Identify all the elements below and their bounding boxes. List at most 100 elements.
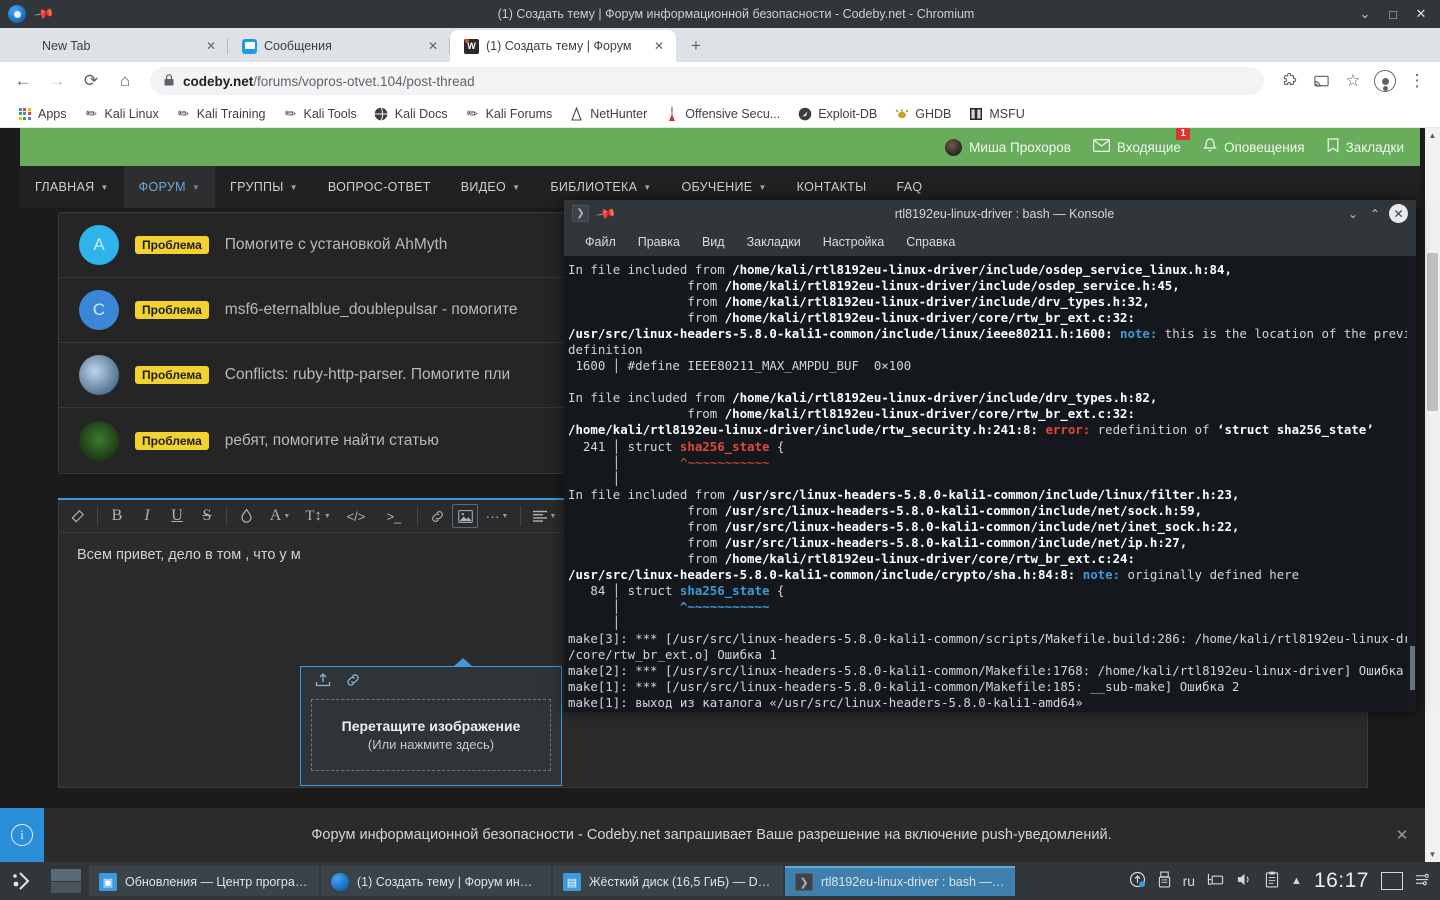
usb-icon[interactable] xyxy=(1158,871,1171,891)
network-icon[interactable] xyxy=(1207,872,1224,891)
insert-image-icon[interactable] xyxy=(452,504,478,528)
show-desktop-icon[interactable] xyxy=(1381,872,1403,890)
terminal-line: from /home/kali/rtl8192eu-linux-driver/c… xyxy=(566,551,1416,567)
terminal-icon[interactable]: >_ xyxy=(375,502,413,530)
bookmark-kali-training[interactable]: ✎ Kali Training xyxy=(169,103,273,124)
font-family-icon[interactable]: A▼ xyxy=(261,502,299,530)
taskbar-item-konsole[interactable]: ❯ rtl8192eu-linux-driver : bash — Ko... xyxy=(785,866,1015,896)
window-maximize-button[interactable]: □ xyxy=(1380,1,1406,27)
konsole-close-button[interactable]: ✕ xyxy=(1389,204,1408,223)
text-color-icon[interactable] xyxy=(231,502,261,530)
bookmarks-bar: Apps ✎ Kali Linux ✎ Kali Training ✎ Kali… xyxy=(0,100,1440,128)
font-size-icon[interactable]: T↕▼ xyxy=(299,502,337,530)
clock[interactable]: 16:17 xyxy=(1314,869,1369,893)
thread-title[interactable]: msf6-eternalblue_doublepulsar - помогите xyxy=(225,301,518,319)
scroll-up-arrow[interactable]: ▲ xyxy=(1425,128,1440,143)
link-icon[interactable] xyxy=(422,502,452,530)
menu-help[interactable]: Справка xyxy=(895,232,966,252)
more-options-icon[interactable]: ···▼ xyxy=(478,502,516,530)
bookmark-apps[interactable]: Apps xyxy=(10,103,74,124)
bookmark-nethunter[interactable]: NetHunter xyxy=(562,103,654,124)
thread-title[interactable]: Помогите с установкой AhMyth xyxy=(225,236,448,254)
bookmark-offensive-security[interactable]: Offensive Secu... xyxy=(657,103,787,124)
bookmark-msfu[interactable]: MSFU xyxy=(961,103,1031,124)
bookmark-kali-docs[interactable]: Kali Docs xyxy=(367,103,455,124)
italic-icon[interactable]: I xyxy=(132,502,162,530)
menu-view[interactable]: Вид xyxy=(691,232,736,252)
bookmark-kali-tools[interactable]: ✎ Kali Tools xyxy=(276,103,364,124)
menu-edit[interactable]: Правка xyxy=(627,232,691,252)
code-icon[interactable]: </> xyxy=(337,502,375,530)
browser-tab-messages[interactable]: Сообщения ✕ xyxy=(228,30,450,62)
thread-title[interactable]: ребят, помогите найти статью xyxy=(225,432,439,450)
nav-item-groups[interactable]: ГРУППЫ ▼ xyxy=(215,166,313,208)
menu-settings[interactable]: Настройка xyxy=(812,232,896,252)
taskbar-item-software-center[interactable]: ▣ Обновления — Центр программ ... xyxy=(89,866,319,896)
updates-icon[interactable] xyxy=(1129,871,1146,891)
kali-menu-icon[interactable] xyxy=(0,862,44,900)
bookmark-kali-forums[interactable]: ✎ Kali Forums xyxy=(458,103,560,124)
scrollbar-thumb[interactable] xyxy=(1427,253,1438,411)
menu-bookmarks[interactable]: Закладки xyxy=(736,232,812,252)
bookmark-ghdb[interactable]: GHDB xyxy=(887,103,958,124)
window-minimize-button[interactable]: ⌄ xyxy=(1352,1,1378,27)
browser-menu-icon[interactable]: ⋮ xyxy=(1402,66,1432,96)
konsole-menubar: Файл Правка Вид Закладки Настройка Справ… xyxy=(564,227,1416,256)
profile-avatar-icon[interactable] xyxy=(1370,66,1400,96)
cast-icon[interactable] xyxy=(1306,66,1336,96)
nav-item-home[interactable]: ГЛАВНАЯ ▼ xyxy=(20,166,124,208)
scroll-down-arrow[interactable]: ▼ xyxy=(1425,847,1440,862)
nav-item-forum[interactable]: ФОРУМ ▼ xyxy=(124,166,215,208)
konsole-icon: ❯ xyxy=(795,873,813,891)
konsole-icon: ❯ xyxy=(572,205,589,222)
puzzle-icon[interactable] xyxy=(1274,66,1304,96)
konsole-minimize-button[interactable]: ⌄ xyxy=(1345,207,1361,221)
new-tab-button[interactable]: + xyxy=(682,32,710,60)
align-icon[interactable]: ▼ xyxy=(525,502,563,530)
eraser-icon[interactable] xyxy=(63,502,93,530)
notification-close-button[interactable]: ✕ xyxy=(1379,826,1425,844)
pin-icon[interactable]: 📌 xyxy=(33,3,55,25)
terminal-output[interactable]: In file included from /home/kali/rtl8192… xyxy=(564,256,1416,712)
terminal-scrollbar[interactable] xyxy=(1407,256,1416,712)
bookmark-kali-linux[interactable]: ✎ Kali Linux xyxy=(77,103,166,124)
userbar-item-inbox[interactable]: Входящие 1 xyxy=(1093,139,1181,155)
settings-sliders-icon[interactable] xyxy=(1415,872,1430,890)
window-close-button[interactable]: ✕ xyxy=(1408,1,1434,27)
tab-close-button[interactable]: ✕ xyxy=(202,37,220,55)
userbar-item-bookmarks[interactable]: Закладки xyxy=(1327,138,1404,156)
browser-tab-new-tab[interactable]: New Tab ✕ xyxy=(6,30,228,62)
upload-icon[interactable] xyxy=(314,671,332,693)
bold-icon[interactable]: B xyxy=(102,502,132,530)
menu-file[interactable]: Файл xyxy=(574,232,627,252)
taskbar-item-dolphin[interactable]: ▤ Жёсткий диск (16,5 ГиБ) — Dolphin xyxy=(553,866,783,896)
tab-close-button[interactable]: ✕ xyxy=(424,37,442,55)
taskbar-item-chromium[interactable]: (1) Создать тему | Форум инфор... xyxy=(321,866,551,896)
back-button[interactable]: ← xyxy=(8,66,38,96)
nav-item-video[interactable]: ВИДЕО ▼ xyxy=(446,166,536,208)
browser-tab-create-thread[interactable]: W (1) Создать тему | Форум ✕ xyxy=(450,30,676,62)
reload-button[interactable]: ⟳ xyxy=(76,66,106,96)
konsole-maximize-button[interactable]: ⌃ xyxy=(1367,207,1383,221)
volume-icon[interactable] xyxy=(1236,872,1253,890)
tab-close-button[interactable]: ✕ xyxy=(650,37,668,55)
image-dropzone[interactable]: Перетащите изображение (Или нажмите здес… xyxy=(311,699,551,771)
forward-button[interactable]: → xyxy=(42,66,72,96)
userbar-item-alerts[interactable]: Оповещения xyxy=(1203,138,1305,156)
strikethrough-icon[interactable]: S xyxy=(192,502,222,530)
home-button[interactable]: ⌂ xyxy=(110,66,140,96)
bookmark-exploit-db[interactable]: Exploit-DB xyxy=(790,103,884,124)
nav-item-qa[interactable]: ВОПРОС-ОТВЕТ xyxy=(313,166,446,208)
page-scrollbar[interactable]: ▲ ▼ xyxy=(1425,128,1440,862)
pin-icon[interactable]: 📌 xyxy=(595,202,617,224)
link-icon[interactable] xyxy=(344,671,362,693)
keyboard-layout-icon[interactable]: ru xyxy=(1183,873,1195,889)
thread-title[interactable]: Conflicts: ruby-http-parser. Помогите пл… xyxy=(225,366,510,384)
userbar-item-profile[interactable]: Миша Прохоров xyxy=(945,139,1071,156)
pager-icon[interactable] xyxy=(44,862,88,900)
show-hidden-icon[interactable]: ▲ xyxy=(1291,875,1302,887)
bookmark-star-icon[interactable]: ☆ xyxy=(1338,66,1368,96)
underline-icon[interactable]: U xyxy=(162,502,192,530)
clipboard-icon[interactable] xyxy=(1265,871,1279,891)
address-bar[interactable]: codeby.net/forums/vopros-otvet.104/post-… xyxy=(150,67,1264,95)
